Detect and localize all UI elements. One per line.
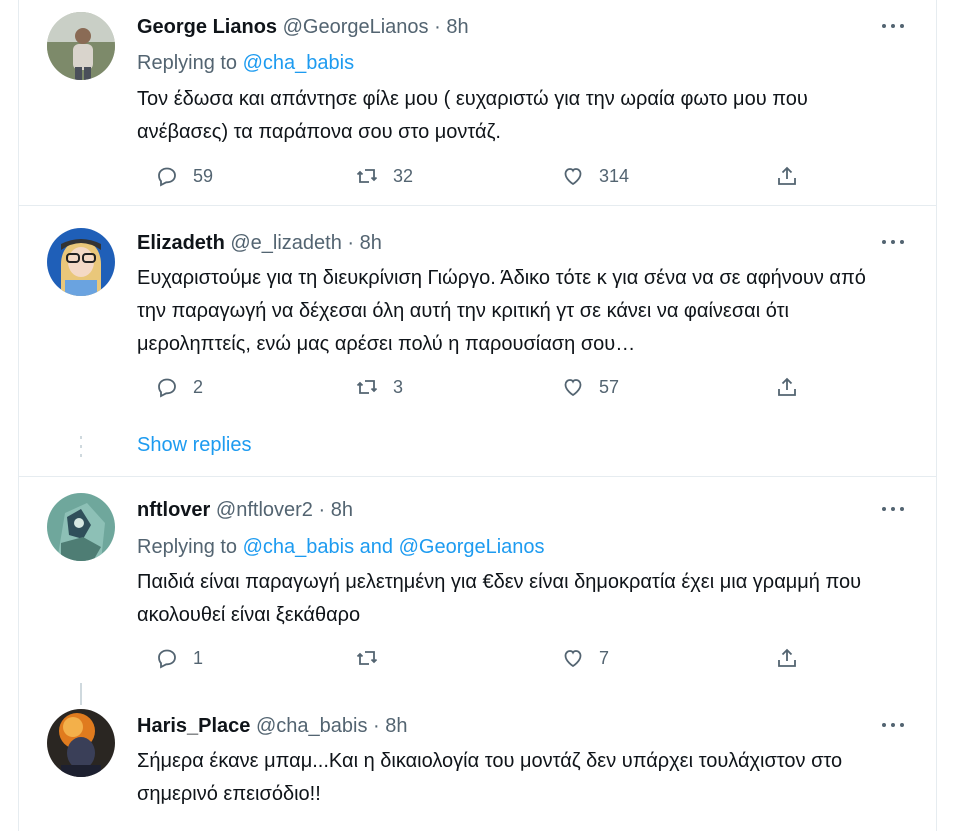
thread-dot — [80, 436, 82, 439]
like-icon — [564, 379, 582, 397]
thread-dot — [80, 454, 82, 457]
tweet-actions: 59 32 314 — [137, 161, 797, 191]
avatar-haris-place[interactable] — [47, 709, 115, 777]
display-name[interactable]: Haris_Place — [137, 715, 250, 737]
more-icon[interactable] — [877, 499, 911, 519]
retweet-count: 32 — [393, 165, 414, 186]
tweet-text: Παιδιά είναι παραγωγή μελετημένη για €δε… — [137, 571, 862, 626]
tweet-text: Τον έδωσα και απάντησε φίλε μου ( ευχαρι… — [137, 88, 808, 143]
share-button[interactable] — [775, 161, 799, 191]
mention-link[interactable]: @GeorgeLianos — [399, 536, 545, 558]
tweet-nftlover[interactable]: nftlover @nftlover2 · 8h Replying to @ch… — [19, 477, 936, 697]
tweet-header: Haris_Place @cha_babis · 8h — [137, 713, 408, 739]
tweet-header: Elizadeth @e_lizadeth · 8h — [137, 230, 382, 256]
share-icon — [778, 377, 796, 396]
replying-joiner: and — [354, 536, 399, 558]
reply-count: 1 — [193, 647, 204, 668]
avatar-elizadeth[interactable] — [47, 228, 115, 296]
retweet-icon — [356, 169, 378, 183]
tweet-header: nftlover @nftlover2 · 8h — [137, 497, 353, 523]
like-count: 314 — [599, 165, 630, 186]
display-name[interactable]: nftlover — [137, 499, 210, 521]
tweet-text: Ευχαριστούμε για τη διευκρίνιση Γιώργο. … — [137, 267, 866, 355]
retweet-count: 3 — [393, 376, 404, 397]
reply-button[interactable]: 59 — [155, 161, 213, 191]
replying-to: Replying to @cha_babis and @GeorgeLianos — [137, 534, 545, 560]
display-name[interactable]: Elizadeth — [137, 232, 225, 254]
retweet-icon — [356, 651, 378, 665]
reply-icon — [158, 649, 176, 669]
like-button[interactable]: 7 — [561, 643, 609, 673]
retweet-button[interactable] — [355, 643, 393, 673]
tweet-actions: 2 3 57 — [137, 372, 797, 402]
reply-button[interactable]: 1 — [155, 643, 203, 673]
show-replies-link[interactable]: Show replies — [137, 434, 252, 457]
like-icon — [564, 168, 582, 186]
avatar-george-lianos[interactable] — [47, 12, 115, 80]
reply-icon — [158, 378, 176, 398]
tweet-text: Σήμερα έκανε μπαμ...Και η δικαιολογία το… — [137, 750, 843, 805]
replying-to: Replying to @cha_babis — [137, 50, 354, 76]
display-name[interactable]: George Lianos — [137, 16, 277, 38]
mention-link[interactable]: @cha_babis — [243, 52, 354, 74]
user-handle[interactable]: @GeorgeLianos — [283, 16, 429, 38]
retweet-button[interactable]: 32 — [355, 161, 413, 191]
share-button[interactable] — [775, 643, 799, 673]
retweet-button[interactable]: 3 — [355, 372, 403, 402]
more-icon[interactable] — [877, 232, 911, 252]
user-handle[interactable]: @e_lizadeth — [230, 232, 341, 254]
timestamp[interactable]: · 8h — [318, 499, 352, 521]
tweet-header: George Lianos @GeorgeLianos · 8h — [137, 14, 469, 40]
reply-button[interactable]: 2 — [155, 372, 203, 402]
timestamp[interactable]: · 8h — [347, 232, 381, 254]
reply-icon — [158, 167, 176, 187]
tweet-haris-place[interactable]: Haris_Place @cha_babis · 8h Σήμερα έκανε… — [19, 697, 936, 831]
thread-dot — [80, 445, 82, 448]
share-button[interactable] — [775, 372, 799, 402]
more-icon[interactable] — [877, 715, 911, 735]
more-icon[interactable] — [877, 16, 911, 36]
reply-count: 2 — [193, 376, 204, 397]
like-count: 7 — [599, 647, 610, 668]
tweet-actions: 1 7 — [137, 643, 797, 673]
like-icon — [564, 650, 582, 668]
mention-link[interactable]: @cha_babis — [243, 536, 354, 558]
like-button[interactable]: 57 — [561, 372, 619, 402]
replying-prefix: Replying to — [137, 536, 243, 558]
share-icon — [778, 648, 796, 667]
timestamp[interactable]: · 8h — [434, 16, 468, 38]
timestamp[interactable]: · 8h — [373, 715, 407, 737]
reply-count: 59 — [193, 165, 214, 186]
avatar-nftlover[interactable] — [47, 493, 115, 561]
timeline-panel: George Lianos @GeorgeLianos · 8h Replyin… — [18, 0, 937, 831]
user-handle[interactable]: @cha_babis — [256, 715, 367, 737]
user-handle[interactable]: @nftlover2 — [216, 499, 313, 521]
share-icon — [778, 166, 796, 185]
replying-prefix: Replying to — [137, 52, 243, 74]
tweet-george-lianos[interactable]: George Lianos @GeorgeLianos · 8h Replyin… — [19, 0, 936, 205]
like-button[interactable]: 314 — [561, 161, 629, 191]
like-count: 57 — [599, 376, 620, 397]
retweet-icon — [356, 380, 378, 394]
